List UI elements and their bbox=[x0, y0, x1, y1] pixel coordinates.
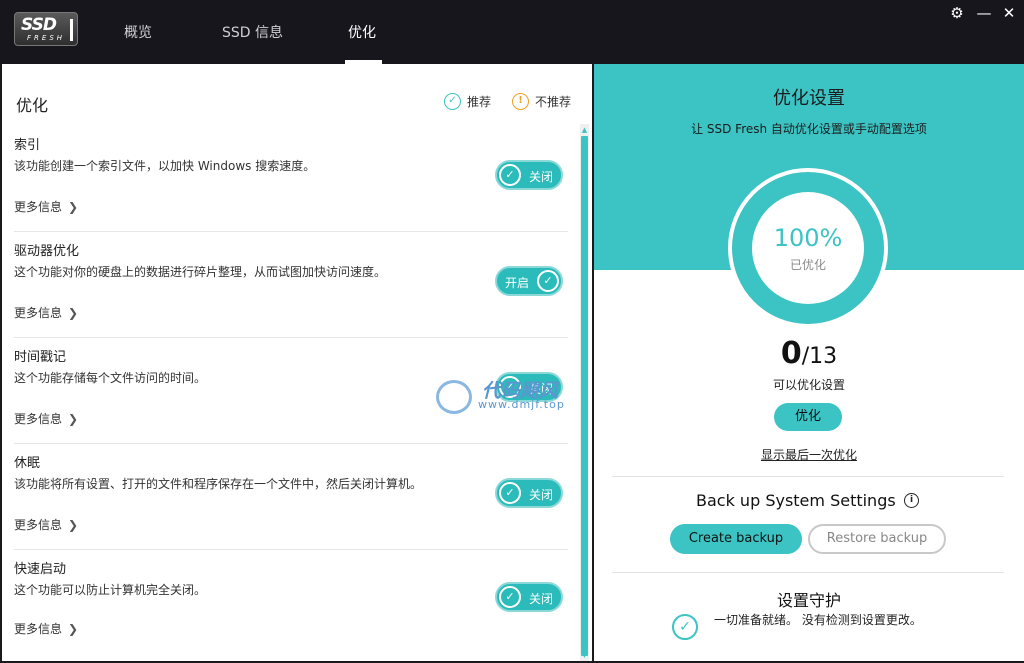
logo-sub: FRESH bbox=[27, 34, 66, 42]
chevron-right-icon: ❯ bbox=[68, 199, 79, 214]
restore-backup-button[interactable]: Restore backup bbox=[808, 524, 946, 554]
more-info-label: 更多信息 bbox=[14, 306, 63, 320]
item-name: 休眠 bbox=[14, 456, 41, 471]
warning-circle-icon: ! bbox=[512, 92, 529, 110]
toggle-label: 关闭 bbox=[529, 170, 554, 184]
scroll-down-arrow-icon[interactable]: ▼ bbox=[580, 650, 589, 660]
chevron-right-icon: ❯ bbox=[68, 305, 79, 320]
watermark: 代码飓风 www.dmjf.top bbox=[434, 376, 592, 416]
show-last-optimization-link[interactable]: 显示最后一次优化 bbox=[594, 446, 1024, 463]
tab-ssd-info[interactable]: SSD 信息 bbox=[222, 22, 283, 42]
chevron-right-icon: ❯ bbox=[68, 621, 79, 636]
item-description: 这个功能存储每个文件访问的时间。 bbox=[14, 371, 207, 385]
item-description: 该功能创建一个索引文件，以加快 Windows 搜索速度。 bbox=[14, 159, 316, 173]
more-info-label: 更多信息 bbox=[14, 518, 63, 532]
tab-optimize[interactable]: 优化 bbox=[348, 22, 376, 42]
tab-overview[interactable]: 概览 bbox=[124, 22, 152, 42]
check-icon: ✓ bbox=[499, 164, 521, 186]
progress-ring-inner: 100% 已优化 bbox=[752, 192, 864, 304]
item-description: 这个功能可以防止计算机完全关闭。 bbox=[14, 583, 207, 597]
list-item: 快速启动 这个功能可以防止计算机完全关闭。 更多信息 ❯ ✓ 关闭 bbox=[2, 550, 568, 656]
count-label: 可以优化设置 bbox=[772, 378, 845, 392]
toggle-label: 开启 bbox=[505, 276, 530, 290]
toggle-label: 关闭 bbox=[529, 488, 554, 502]
logo-text: SSD bbox=[21, 15, 57, 35]
legend-not-recommended: ! 不推荐 bbox=[512, 92, 571, 110]
info-icon[interactable]: i bbox=[904, 493, 919, 508]
scroll-up-arrow-icon[interactable]: ▲ bbox=[580, 125, 589, 135]
watermark-url: www.dmjf.top bbox=[478, 398, 565, 411]
item-description: 该功能将所有设置、打开的文件和程序保存在一个文件中，然后关闭计算机。 bbox=[14, 477, 423, 491]
list-item: 索引 该功能创建一个索引文件，以加快 Windows 搜索速度。 更多信息 ❯ … bbox=[2, 126, 568, 232]
progress-ring: 100% 已优化 bbox=[728, 168, 888, 328]
optimization-list-panel: 优化 ✓ 推荐 ! 不推荐 ▲ ▼ 索引 该功能创建一个索引文件，以加快 Win… bbox=[2, 64, 592, 661]
more-info-link[interactable]: 更多信息 ❯ bbox=[14, 410, 78, 427]
item-description: 这个功能对你的硬盘上的数据进行碎片整理，从而试图加快访问速度。 bbox=[14, 265, 387, 279]
count-total: /13 bbox=[801, 344, 838, 369]
title-bar: SSD FRESH 概览 SSD 信息 优化 ⚙ — ✕ bbox=[0, 0, 1024, 64]
list-item: 驱动器优化 这个功能对你的硬盘上的数据进行碎片整理，从而试图加快访问速度。 更多… bbox=[2, 232, 568, 338]
create-backup-button[interactable]: Create backup bbox=[670, 524, 802, 554]
toggle-switch[interactable]: 开启 ✓ bbox=[495, 266, 563, 296]
legend-recommended: ✓ 推荐 bbox=[444, 92, 491, 110]
app-logo: SSD FRESH bbox=[14, 12, 78, 46]
optimization-summary-panel: 优化设置 让 SSD Fresh 自动优化设置或手动配置选项 100% 已优化 … bbox=[594, 64, 1024, 661]
settings-guard-status: 一切准备就绪。 没有检测到设置更改。 bbox=[714, 613, 922, 627]
progress-percent: 100% bbox=[773, 224, 843, 252]
optimizable-count: 0/13 bbox=[594, 336, 1024, 371]
item-name: 时间戳记 bbox=[14, 350, 67, 365]
check-circle-icon: ✓ bbox=[444, 92, 461, 110]
toggle-switch[interactable]: ✓ 关闭 bbox=[495, 582, 563, 612]
more-info-label: 更多信息 bbox=[14, 412, 63, 426]
logo-bar bbox=[70, 19, 73, 41]
item-name: 驱动器优化 bbox=[14, 244, 80, 259]
toggle-label: 关闭 bbox=[529, 592, 554, 606]
more-info-link[interactable]: 更多信息 ❯ bbox=[14, 516, 78, 533]
divider bbox=[612, 476, 1004, 477]
chevron-right-icon: ❯ bbox=[68, 411, 79, 426]
settings-gear-icon[interactable]: ⚙ bbox=[947, 3, 967, 23]
item-name: 索引 bbox=[14, 138, 41, 153]
summary-subtitle: 让 SSD Fresh 自动优化设置或手动配置选项 bbox=[691, 122, 927, 136]
check-circle-icon: ✓ bbox=[672, 614, 698, 640]
summary-title: 优化设置 bbox=[773, 88, 845, 109]
optimize-button[interactable]: 优化 bbox=[774, 403, 842, 431]
check-icon: ✓ bbox=[499, 586, 521, 608]
list-item: 休眠 该功能将所有设置、打开的文件和程序保存在一个文件中，然后关闭计算机。 更多… bbox=[2, 444, 568, 550]
toggle-switch[interactable]: ✓ 关闭 bbox=[495, 160, 563, 190]
more-info-link[interactable]: 更多信息 ❯ bbox=[14, 620, 78, 637]
close-button[interactable]: ✕ bbox=[999, 3, 1019, 23]
more-info-label: 更多信息 bbox=[14, 200, 63, 214]
item-name: 快速启动 bbox=[14, 562, 67, 577]
settings-guard-title: 设置守护 bbox=[776, 591, 841, 610]
toggle-switch[interactable]: ✓ 关闭 bbox=[495, 478, 563, 508]
count-done: 0 bbox=[780, 336, 802, 371]
more-info-link[interactable]: 更多信息 ❯ bbox=[14, 304, 78, 321]
check-icon: ✓ bbox=[537, 270, 559, 292]
panel-title: 优化 bbox=[16, 96, 49, 115]
chevron-right-icon: ❯ bbox=[68, 517, 79, 532]
divider bbox=[612, 572, 1004, 573]
more-info-label: 更多信息 bbox=[14, 622, 63, 636]
progress-label: 已优化 bbox=[789, 258, 826, 272]
backup-title: Back up System Settings bbox=[696, 491, 896, 510]
watermark-logo-icon bbox=[436, 380, 472, 414]
minimize-button[interactable]: — bbox=[974, 3, 994, 23]
legend-recommended-label: 推荐 bbox=[467, 94, 492, 109]
check-icon: ✓ bbox=[499, 482, 521, 504]
legend-not-recommended-label: 不推荐 bbox=[535, 94, 572, 109]
more-info-link[interactable]: 更多信息 ❯ bbox=[14, 198, 78, 215]
